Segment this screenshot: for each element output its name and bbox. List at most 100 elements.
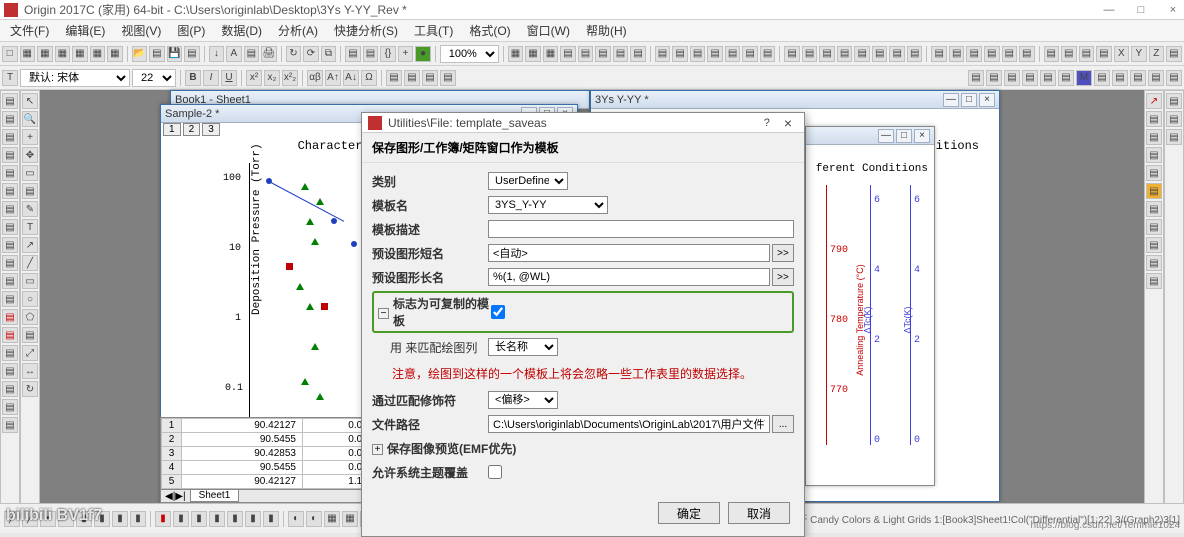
template-desc-input[interactable] xyxy=(488,220,794,238)
menu-graph[interactable]: 图(P) xyxy=(171,20,211,41)
tb-icon-ae[interactable]: ▤ xyxy=(1061,46,1077,62)
layer-tab-1[interactable]: 1 xyxy=(163,123,181,136)
sb-i[interactable]: ▮ xyxy=(155,511,171,527)
sb-r[interactable]: ▦ xyxy=(324,511,340,527)
digitizer-icon[interactable]: ● xyxy=(415,46,431,62)
rt1-k[interactable]: ▤ xyxy=(1146,273,1162,289)
rt1-j[interactable]: ▤ xyxy=(1146,255,1162,271)
save-template-icon[interactable]: ▤ xyxy=(184,46,200,62)
sup-icon[interactable]: x² xyxy=(246,70,262,86)
import-ascii-icon[interactable]: A xyxy=(226,46,242,62)
window-maximize[interactable]: □ xyxy=(1134,4,1148,16)
new-graph-icon[interactable]: ▦ xyxy=(55,46,71,62)
tb-icon-c[interactable]: ▦ xyxy=(543,46,559,62)
font-combo[interactable]: 默认: 宋体 xyxy=(20,69,130,87)
lt1-q[interactable]: ▤ xyxy=(2,381,18,397)
rotate-icon[interactable]: ↻ xyxy=(22,381,38,397)
new-project-icon[interactable]: □ xyxy=(2,46,18,62)
lt1-a[interactable]: ▤ xyxy=(2,93,18,109)
file-path-browse-button[interactable]: ... xyxy=(772,415,794,433)
tb-icon-d[interactable]: ▤ xyxy=(560,46,576,62)
sb-k[interactable]: ▮ xyxy=(191,511,207,527)
recalc-icon[interactable]: ⟳ xyxy=(303,46,319,62)
menu-analysis[interactable]: 分析(A) xyxy=(272,20,324,41)
sub-min[interactable]: — xyxy=(878,129,894,143)
menu-edit[interactable]: 编辑(E) xyxy=(59,20,111,41)
rect-icon[interactable]: ▭ xyxy=(22,273,38,289)
zoom-in-icon[interactable]: 🔍 xyxy=(22,111,38,127)
fmt-o[interactable]: ▤ xyxy=(1148,70,1164,86)
match-modifier-select[interactable]: <偏移> xyxy=(488,391,558,409)
category-select[interactable]: UserDefined xyxy=(488,172,568,190)
italic-icon[interactable]: I xyxy=(203,70,219,86)
sb-s[interactable]: ▦ xyxy=(342,511,358,527)
mask-icon[interactable]: ▤ xyxy=(22,183,38,199)
lt1-j[interactable]: ▤ xyxy=(2,255,18,271)
rt1-g[interactable]: ▤ xyxy=(1146,201,1162,217)
graph-right-min[interactable]: — xyxy=(943,93,959,107)
results-log-icon[interactable]: ▤ xyxy=(363,46,379,62)
tb-icon-j[interactable]: ▤ xyxy=(672,46,688,62)
supsub-icon[interactable]: x²₂ xyxy=(282,70,298,86)
sb-m[interactable]: ▮ xyxy=(227,511,243,527)
ok-button[interactable]: 确定 xyxy=(658,502,720,524)
rt1-a[interactable]: ↗ xyxy=(1146,93,1162,109)
sb-h[interactable]: ▮ xyxy=(130,511,146,527)
text-tool-icon[interactable]: T xyxy=(2,70,18,86)
fmt-h[interactable]: ▤ xyxy=(1022,70,1038,86)
tb-icon-z[interactable]: ▤ xyxy=(966,46,982,62)
rt1-f[interactable]: ▤ xyxy=(1146,183,1162,199)
rt1-b[interactable]: ▤ xyxy=(1146,111,1162,127)
bold-icon[interactable]: B xyxy=(185,70,201,86)
tb-icon-h[interactable]: ▤ xyxy=(630,46,646,62)
layer-tab-3[interactable]: 3 xyxy=(202,123,220,136)
tb-icon-g[interactable]: ▤ xyxy=(613,46,629,62)
draw-icon[interactable]: ✎ xyxy=(22,201,38,217)
tb-icon-x-col[interactable]: X xyxy=(1114,46,1130,62)
duplicate-icon[interactable]: ⧉ xyxy=(321,46,337,62)
reader-icon[interactable]: + xyxy=(22,129,38,145)
graph-right-close[interactable]: × xyxy=(979,93,995,107)
fmt-n[interactable]: ▤ xyxy=(1130,70,1146,86)
lt1-p[interactable]: ▤ xyxy=(2,363,18,379)
fmt-i[interactable]: ▤ xyxy=(1040,70,1056,86)
lt1-i[interactable]: ▤ xyxy=(2,237,18,253)
sb-n[interactable]: ▮ xyxy=(245,511,261,527)
lt1-f[interactable]: ▤ xyxy=(2,183,18,199)
menu-format[interactable]: 格式(O) xyxy=(463,20,516,41)
tb-icon-s[interactable]: ▤ xyxy=(837,46,853,62)
lt1-d[interactable]: ▤ xyxy=(2,147,18,163)
fmt-l[interactable]: ▤ xyxy=(1094,70,1110,86)
cancel-button[interactable]: 取消 xyxy=(728,502,790,524)
fmt-p[interactable]: ▤ xyxy=(1166,70,1182,86)
rescale-icon[interactable]: ↔ xyxy=(22,363,38,379)
tb-icon-x[interactable]: ▤ xyxy=(931,46,947,62)
sub-icon[interactable]: x₂ xyxy=(264,70,280,86)
dec-font-icon[interactable]: A↓ xyxy=(343,70,359,86)
tb-icon-ab[interactable]: ▤ xyxy=(1002,46,1018,62)
fmt-j[interactable]: ▤ xyxy=(1058,70,1074,86)
fmt-m[interactable]: ▤ xyxy=(1112,70,1128,86)
open-icon[interactable]: 📂 xyxy=(132,46,148,62)
region-icon[interactable]: ▤ xyxy=(22,327,38,343)
tb-icon-e[interactable]: ▤ xyxy=(578,46,594,62)
import-wizard-icon[interactable]: ↓ xyxy=(209,46,225,62)
text-icon[interactable]: T xyxy=(22,219,38,235)
sb-p[interactable]: ◐ xyxy=(288,511,304,527)
open-template-icon[interactable]: ▤ xyxy=(149,46,165,62)
tb-icon-a[interactable]: ▦ xyxy=(508,46,524,62)
lt1-e[interactable]: ▤ xyxy=(2,165,18,181)
tb-icon-z-col[interactable]: Z xyxy=(1149,46,1165,62)
lt1-s[interactable]: ▤ xyxy=(2,417,18,433)
sub-max[interactable]: □ xyxy=(896,129,912,143)
tb-icon-b[interactable]: ▦ xyxy=(525,46,541,62)
rt2-c[interactable]: ▤ xyxy=(1166,129,1182,145)
preset-long-input[interactable] xyxy=(488,268,770,286)
dialog-help-button[interactable]: ? xyxy=(756,117,778,129)
graph-right-max[interactable]: □ xyxy=(961,93,977,107)
select-icon[interactable]: ▭ xyxy=(22,165,38,181)
tb-icon-o[interactable]: ▤ xyxy=(760,46,776,62)
tb-icon-l[interactable]: ▤ xyxy=(707,46,723,62)
sb-g[interactable]: ▮ xyxy=(112,511,128,527)
tb-icon-k[interactable]: ▤ xyxy=(690,46,706,62)
